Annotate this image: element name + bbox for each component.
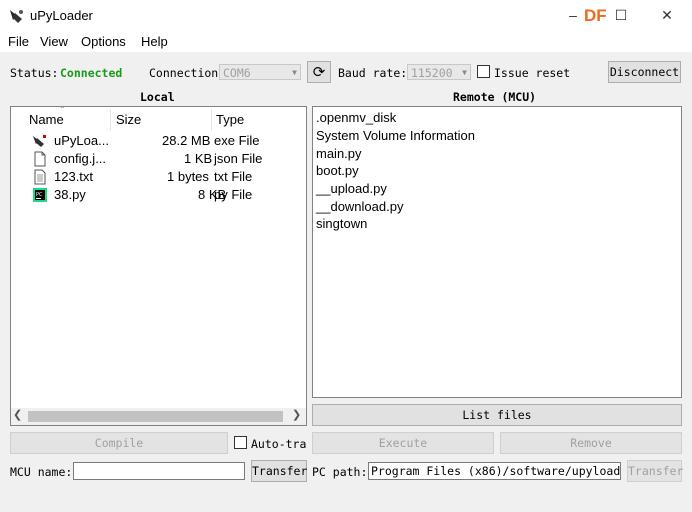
maximize-button[interactable]: ☐	[606, 4, 636, 26]
remote-file-item[interactable]: singtown	[316, 216, 367, 231]
column-divider	[211, 109, 212, 131]
transfer-to-mcu-button[interactable]: Transfer	[251, 460, 307, 482]
pc-path-input[interactable]: Program Files (x86)/software/upyloader	[368, 462, 621, 480]
auto-transfer-checkbox[interactable]	[234, 436, 247, 449]
chevron-down-icon: ▼	[292, 68, 297, 77]
document-icon	[34, 151, 46, 167]
issue-reset-label: Issue reset	[494, 66, 571, 80]
pycharm-icon: PC	[33, 188, 47, 202]
refresh-button[interactable]: ⟳	[307, 61, 331, 83]
remote-file-item[interactable]: __download.py	[316, 199, 403, 214]
file-name: config.j...	[54, 151, 107, 166]
file-size: 1 KB	[184, 151, 213, 166]
column-header-type[interactable]: Type	[216, 112, 244, 127]
remove-button[interactable]: Remove	[500, 432, 682, 454]
column-header-size[interactable]: Size	[116, 112, 141, 127]
refresh-icon: ⟳	[312, 63, 326, 81]
pc-path-label: PC path:	[312, 465, 368, 479]
text-file-icon	[34, 169, 46, 185]
window-title: uPyLoader	[30, 8, 93, 23]
file-size: 28.2 MB	[162, 133, 211, 148]
file-row[interactable]: PC 38.py 8 KB py File	[10, 186, 306, 204]
file-name: uPyLoa...	[54, 133, 109, 148]
execute-button[interactable]: Execute	[312, 432, 494, 454]
issue-reset-checkbox[interactable]	[477, 65, 490, 78]
scroll-left-icon[interactable]: ❮	[13, 408, 22, 421]
baud-label: Baud rate:	[338, 66, 408, 80]
remote-file-item[interactable]: __upload.py	[316, 181, 387, 196]
file-type: txt File	[214, 169, 253, 184]
file-name: 38.py	[54, 187, 86, 202]
transfer-to-pc-button[interactable]: Transfer	[627, 460, 683, 482]
remote-file-item[interactable]: boot.py	[316, 163, 359, 178]
menu-view[interactable]: View	[40, 34, 68, 49]
mcu-name-label: MCU name:	[10, 465, 73, 479]
menu-options[interactable]: Options	[81, 34, 126, 49]
auto-transfer-label: Auto-tran	[251, 437, 307, 451]
connection-value: COM6	[223, 66, 251, 80]
menu-file[interactable]: File	[8, 34, 29, 49]
baud-value: 115200	[411, 66, 453, 80]
df-badge: DF	[584, 6, 607, 25]
list-files-button[interactable]: List files	[312, 404, 682, 426]
column-divider	[110, 109, 111, 131]
scroll-right-icon[interactable]: ❯	[292, 408, 301, 421]
remote-file-list[interactable]	[312, 106, 682, 398]
file-type: py File	[214, 187, 253, 202]
file-row[interactable]: 123.txt 1 bytes txt File	[10, 168, 306, 186]
connection-label: Connection	[149, 66, 219, 80]
status-value: Connected	[60, 66, 123, 80]
status-label: Status:	[10, 66, 59, 80]
remote-header: Remote (MCU)	[453, 90, 537, 104]
remote-file-item[interactable]: System Volume Information	[316, 128, 475, 143]
file-size: 1 bytes	[167, 169, 209, 184]
file-row[interactable]: uPyLoa... 28.2 MB exe File	[10, 132, 306, 150]
file-type: json File	[214, 151, 263, 166]
remote-file-item[interactable]: main.py	[316, 146, 362, 161]
baud-select[interactable]: 115200 ▼	[407, 64, 471, 80]
local-header: Local	[140, 90, 175, 104]
exe-icon	[33, 135, 46, 147]
column-header-name[interactable]: Name	[29, 112, 64, 127]
disconnect-button[interactable]: Disconnect	[608, 61, 681, 83]
remote-file-item[interactable]: .openmv_disk	[316, 110, 396, 125]
compile-button[interactable]: Compile	[10, 432, 228, 454]
mcu-name-input[interactable]	[73, 462, 245, 480]
close-button[interactable]: ✕	[652, 4, 682, 26]
scrollbar-thumb[interactable]	[28, 411, 283, 422]
file-name: 123.txt	[54, 169, 94, 184]
svg-text:PC: PC	[36, 192, 43, 198]
app-icon	[10, 10, 23, 23]
file-row[interactable]: config.j... 1 KB json File	[10, 150, 306, 168]
connection-select[interactable]: COM6 ▼	[219, 64, 301, 80]
chevron-down-icon: ▼	[462, 68, 467, 77]
file-type: exe File	[214, 133, 260, 148]
menu-help[interactable]: Help	[141, 34, 168, 49]
